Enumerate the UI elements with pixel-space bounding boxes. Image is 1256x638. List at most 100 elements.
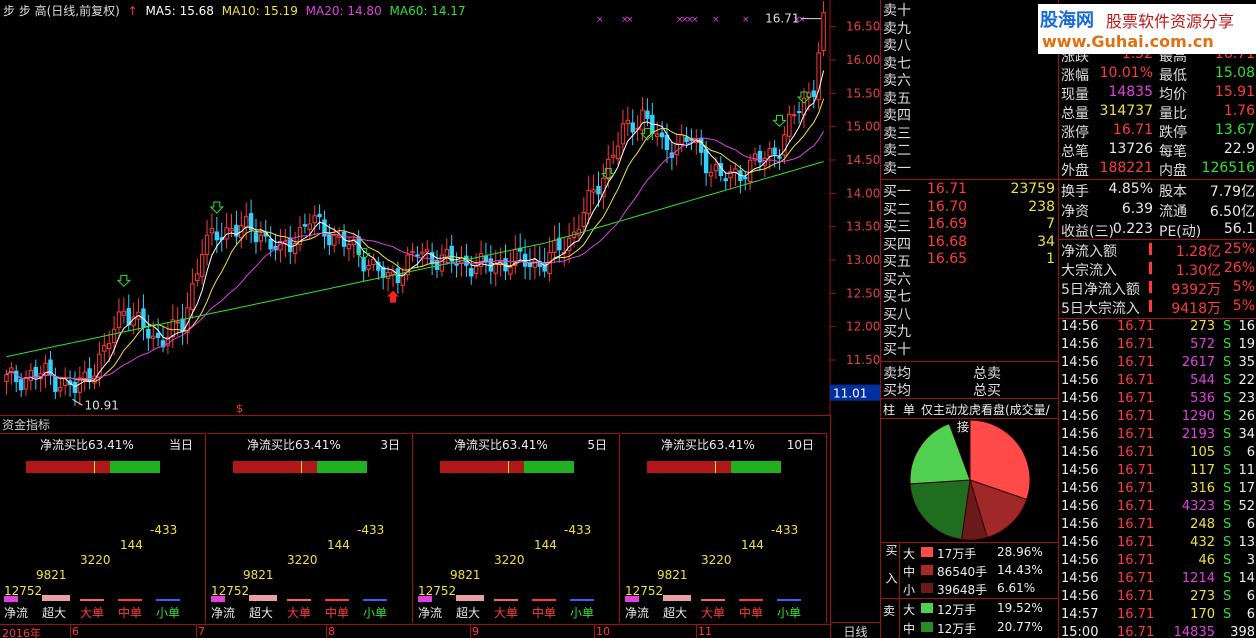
brand-tagline: 股票软件资源分享: [1106, 12, 1235, 31]
flow-bar: [42, 595, 70, 601]
kline-chart[interactable]: 16.50 16.00 15.50 15.00 14.50 14.00 13.50 13.00…: [0, 0, 880, 416]
capital-panel: 净流买比63.41% 5日 -433 144 3220 9821 12752 净…: [414, 433, 620, 623]
value-medium: 144: [534, 538, 557, 552]
ask-level-label: 卖一: [883, 160, 911, 177]
fund-flow-key: 5日大宗流入: [1061, 301, 1140, 317]
signal-marker: ×: [742, 15, 750, 25]
bid-row[interactable]: 买一 16.71 23759: [881, 181, 1059, 200]
period-button[interactable]: 日线: [830, 622, 880, 638]
candle-body: [58, 387, 63, 392]
view-tab[interactable]: 柱: [883, 401, 895, 418]
tick-volume: 1290: [1181, 409, 1215, 424]
flow-bar: [777, 599, 801, 601]
time-axis-label: 2016年: [2, 627, 41, 638]
candle-body: [366, 264, 371, 270]
ask-row[interactable]: 卖五: [881, 88, 1059, 107]
time-axis-label: 7: [198, 625, 205, 638]
flow-bar: [494, 599, 518, 601]
current-price-label: 11.01: [833, 387, 867, 401]
candle-body: [821, 12, 826, 51]
ask-row[interactable]: 卖十: [881, 0, 1059, 19]
ask-row[interactable]: 卖三: [881, 123, 1059, 142]
value-medium: 144: [741, 538, 764, 552]
bid-row[interactable]: 买五 16.65 1: [881, 251, 1059, 270]
flow-label: 中单: [325, 606, 350, 620]
tick-time: 14:56: [1061, 427, 1099, 442]
bid-price: 16.70: [927, 198, 968, 215]
tick-count: 34: [1238, 427, 1255, 442]
stat-key: 最低: [1159, 68, 1187, 84]
legend-swatch: [921, 622, 933, 632]
bid-row[interactable]: 买三 16.69 7: [881, 216, 1059, 235]
candle-body: [302, 224, 308, 227]
flow-label: 大单: [80, 606, 105, 620]
candle-body: [317, 213, 322, 218]
stat-key: 涨停: [1061, 125, 1089, 141]
fund-flow-value: 1.28亿: [1175, 244, 1221, 260]
ask-row[interactable]: 卖四: [881, 105, 1059, 124]
ask-row[interactable]: 卖六: [881, 70, 1059, 89]
ma5-label: MA5: 15.68: [145, 4, 214, 18]
fund-flow-value: 1.30亿: [1175, 263, 1221, 279]
tick-price: 16.71: [1117, 589, 1155, 604]
down-arrow-icon: [209, 201, 225, 214]
candle-body: [195, 273, 200, 282]
ma20-label: MA20: 14.80: [305, 4, 382, 18]
stat-value: 314737: [1099, 103, 1153, 119]
tick-time: 14:56: [1061, 355, 1099, 370]
bid-row[interactable]: 买八: [881, 304, 1059, 323]
ask-row[interactable]: 卖一: [881, 158, 1059, 177]
quote-stat-row: 换手 4.85% 股本 7.79亿: [1059, 181, 1256, 200]
candle-body: [469, 268, 474, 277]
candle-body: [28, 370, 34, 381]
tick-price: 16.71: [1117, 337, 1155, 352]
flow-legend-row: 大 17万手 28.96%: [901, 545, 1059, 561]
bar-marker: [715, 461, 716, 473]
stat-value: 10.01%: [1099, 65, 1153, 81]
capital-indicator-title[interactable]: 资金指标: [2, 416, 50, 433]
ask-row[interactable]: 卖九: [881, 18, 1059, 37]
value-medium: 144: [120, 538, 143, 552]
candle-body: [684, 136, 689, 143]
tick-price: 16.71: [1117, 355, 1155, 370]
view-tab[interactable]: 单: [903, 401, 915, 418]
tick-time: 14:56: [1061, 481, 1099, 496]
view-tab[interactable]: 仅主动: [921, 401, 957, 418]
tick-volume: 572: [1190, 337, 1215, 352]
stat-key: PE(动): [1159, 224, 1202, 240]
period-label: 当日: [168, 438, 193, 452]
bid-row[interactable]: 买九: [881, 321, 1059, 340]
candle-body: [106, 343, 112, 350]
bid-volume: 7: [1046, 216, 1055, 232]
stat-value: 4.85%: [1108, 181, 1153, 197]
flow-percent: 20.77%: [997, 620, 1043, 634]
tick-volume: 170: [1190, 607, 1215, 622]
bid-row[interactable]: 买十: [881, 339, 1059, 358]
flow-volume: 86540手: [937, 565, 988, 579]
candle-body: [204, 234, 210, 255]
buy-segment: [233, 461, 317, 473]
ask-row[interactable]: 卖八: [881, 35, 1059, 54]
tick-count: 52: [1238, 499, 1255, 514]
bid-row[interactable]: 买六: [881, 269, 1059, 288]
bid-row[interactable]: 买二 16.70 238: [881, 198, 1059, 218]
flow-pie-chart: [909, 419, 1031, 541]
flow-bar: [1149, 243, 1152, 255]
stat-key: 换手: [1061, 184, 1089, 200]
candle-body: [625, 119, 631, 125]
bid-row[interactable]: 买七: [881, 286, 1059, 305]
tick-count: 6: [1246, 589, 1255, 604]
candle-body: [214, 231, 220, 241]
order-book: 卖十 卖九 卖八 卖七 卖六 卖五 卖四 卖三 卖二 卖一买一 16.71 23759 买二 16.…: [880, 0, 1059, 638]
ask-row[interactable]: 卖七: [881, 53, 1059, 72]
capital-panel: 净流买比63.41% 10日 -433 144 3220 9821 12752 …: [621, 433, 827, 623]
ask-row[interactable]: 卖二: [881, 140, 1059, 159]
bid-row[interactable]: 买四 16.68 34: [881, 234, 1059, 253]
tick-price: 16.71: [1117, 319, 1155, 334]
candle-body: [640, 109, 645, 131]
tick-side: S: [1223, 535, 1232, 550]
candle-body: [767, 148, 772, 157]
stat-value: 6.39: [1121, 201, 1153, 217]
flow-volume: 12万手: [937, 603, 977, 617]
flow-bar: [287, 599, 311, 601]
